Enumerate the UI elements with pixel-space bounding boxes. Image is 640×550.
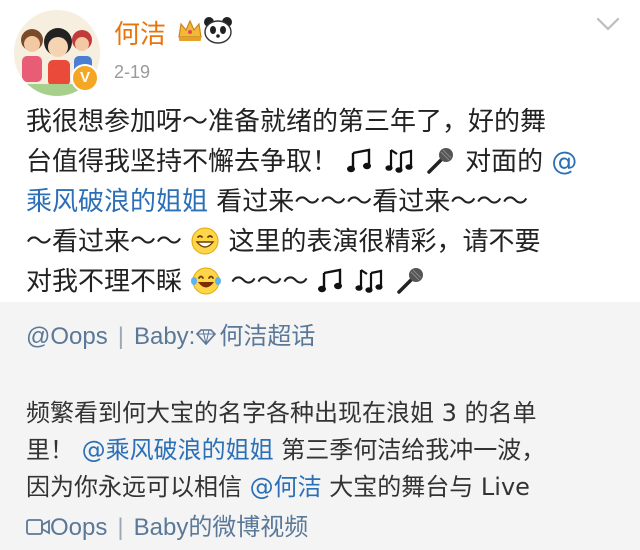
username[interactable]: 何洁 <box>114 14 166 51</box>
microphone-icon <box>427 148 453 174</box>
diamond-icon <box>196 329 217 346</box>
music-notes-icon <box>355 269 383 293</box>
post-text-segment: 对我不理不睬 <box>26 267 183 297</box>
mention-link[interactable]: @何洁 <box>250 473 322 501</box>
topic-name[interactable]: 何洁超话 <box>219 323 315 350</box>
microphone-icon <box>397 268 424 294</box>
post-text-segment: 这里的表演很精彩，请不要 <box>228 227 541 257</box>
repost-topic[interactable]: @Oops | Baby: 何洁超话 <box>26 316 315 351</box>
video-link[interactable]: Oops | Baby的微博视频 <box>26 507 308 542</box>
crown-icon <box>178 19 202 41</box>
repost-text-segment: 里！ <box>26 436 74 464</box>
mention-link[interactable]: @ <box>551 147 577 177</box>
topic-user[interactable]: @Oops <box>26 323 108 350</box>
repost-text-segment: 第三季何洁给我冲一波， <box>281 436 546 464</box>
post-text: 我很想参加呀～准备就绪的第三年了，好的舞 台值得我坚持不懈去争取！ 对面的 @ … <box>26 102 630 302</box>
video-icon <box>26 519 50 535</box>
repost-line: 里！ @乘风破浪的姐姐 第三季何洁给我冲一波， <box>26 432 630 469</box>
panda-icon <box>204 17 232 44</box>
topic-baby: Baby: <box>133 323 196 350</box>
separator: | <box>117 514 124 541</box>
post-line: 我很想参加呀～准备就绪的第三年了，好的舞 <box>26 102 630 142</box>
repost-text: 频繁看到何大宝的名字各种出现在浪姐 3 的名单 里！ @乘风破浪的姐姐 第三季何… <box>26 395 630 506</box>
repost-text-segment: 因为你永远可以相信 <box>26 473 242 501</box>
repost-line: 因为你永远可以相信 @何洁 大宝的舞台与 Live <box>26 469 630 506</box>
chevron-down-icon[interactable] <box>594 14 622 34</box>
post-text-segment: 看过来～～～看过来～～～ <box>216 187 529 217</box>
mention-link[interactable]: 乘风破浪的姐姐 <box>26 187 208 217</box>
laugh-tears-emoji-icon <box>191 267 222 295</box>
repost-text-segment: 频繁看到何大宝的名字各种出现在浪姐 3 的名单 <box>26 399 537 427</box>
music-note-icon <box>317 268 342 293</box>
post-date: 2-19 <box>114 62 151 82</box>
separator: | <box>117 323 124 350</box>
post-text-segment: 台值得我坚持不懈去争取！ <box>26 147 339 177</box>
video-label[interactable]: Baby的微博视频 <box>134 514 309 541</box>
post-text-segment: 对面的 <box>465 147 544 177</box>
verified-badge-icon: V <box>71 64 99 92</box>
video-user[interactable]: Oops <box>50 514 107 541</box>
post-line: 台值得我坚持不懈去争取！ 对面的 @ <box>26 142 630 182</box>
music-notes-icon <box>384 149 413 173</box>
grin-emoji-icon <box>191 227 219 255</box>
repost-card[interactable]: @Oops | Baby: 何洁超话 频繁看到何大宝的名字各种出现在浪姐 3 的名单… <box>0 302 640 550</box>
post-text-segment: ～～～ <box>230 267 309 297</box>
repost-text-segment: 大宝的舞台与 Live <box>329 473 530 501</box>
repost-line: 频繁看到何大宝的名字各种出现在浪姐 3 的名单 <box>26 395 630 432</box>
post-text-segment: ～看过来～～ <box>26 227 183 257</box>
post-line: ～看过来～～ 这里的表演很精彩，请不要 <box>26 222 630 262</box>
post-line: 乘风破浪的姐姐 看过来～～～看过来～～～ <box>26 182 630 222</box>
mention-link[interactable]: @乘风破浪的姐姐 <box>82 436 274 464</box>
post-header: V 何洁 2-19 <box>0 0 640 96</box>
post-text-segment: 我很想参加呀～准备就绪的第三年了，好的舞 <box>26 107 547 137</box>
music-note-icon <box>347 148 372 173</box>
post-line: 对我不理不睬 ～～～ <box>26 262 630 302</box>
